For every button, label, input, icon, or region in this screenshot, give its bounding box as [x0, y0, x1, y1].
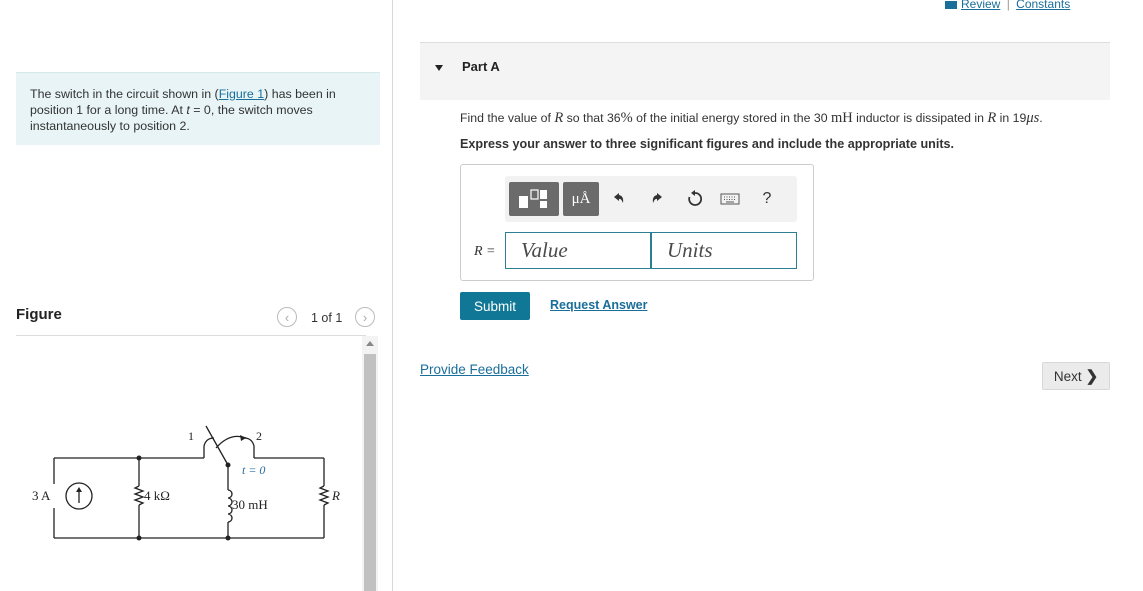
keyboard-button[interactable] [719, 188, 741, 210]
figure-heading: Figure [16, 306, 62, 323]
answer-var: R = [474, 244, 496, 259]
figure-divider [16, 335, 366, 336]
constants-link[interactable]: Constants [1016, 0, 1070, 11]
undo-button[interactable] [607, 188, 629, 210]
part-header[interactable] [420, 43, 1110, 100]
question-seg: . [1039, 111, 1043, 125]
help-button[interactable]: ? [756, 188, 778, 210]
chevron-right-icon: ❯ [1085, 368, 1099, 385]
problem-text-line3: instantaneously to position 2. [30, 119, 190, 133]
chevron-right-icon: › [362, 309, 368, 325]
resistor-4k-label: 4 kΩ [144, 488, 170, 503]
reset-icon [688, 190, 703, 206]
switch-time-label: t = 0 [242, 463, 265, 477]
submit-button[interactable]: Submit [460, 292, 530, 320]
figure-link[interactable]: Figure 1 [219, 87, 264, 101]
provide-feedback-link[interactable]: Provide Feedback [420, 362, 529, 377]
help-icon: ? [762, 190, 772, 207]
reset-button[interactable] [684, 188, 706, 210]
question-var-r: R [554, 110, 564, 126]
problem-text-line2-post: = 0, the switch moves [189, 103, 313, 117]
part-title: Part A [462, 59, 500, 74]
scroll-thumb[interactable] [364, 354, 376, 591]
chevron-left-icon: ‹ [284, 309, 290, 325]
question-percent: % [620, 110, 633, 126]
question-unit-mh: mH [830, 110, 853, 126]
question-seg: of the initial energy stored in the 30 [632, 111, 831, 125]
answer-variable-label: R = [474, 243, 496, 260]
units-icon: μÅ [571, 190, 591, 207]
next-button[interactable]: Next ❯ [1042, 362, 1110, 390]
keyboard-icon [720, 193, 740, 205]
review-link[interactable]: Review [961, 0, 1000, 11]
question-text: Find the value of R so that 36% of the i… [460, 110, 1043, 127]
switch-position-2: 2 [256, 429, 262, 443]
source-label: 3 A [32, 488, 51, 503]
scroll-up-icon[interactable] [366, 341, 374, 346]
answer-instruction: Express your answer to three significant… [460, 137, 955, 151]
figure-next-button[interactable]: › [355, 307, 375, 327]
collapse-caret-icon[interactable] [435, 65, 443, 71]
circuit-diagram: 3 A 4 kΩ 30 mH R 1 2 t = 0 [32, 425, 340, 541]
redo-icon [652, 193, 662, 203]
redo-button[interactable] [647, 188, 669, 210]
resistor-r-label: R [331, 488, 340, 503]
figure-counter: 1 of 1 [311, 311, 343, 325]
review-icon [945, 0, 957, 9]
question-seg: in 19 [996, 111, 1027, 125]
header-links: Review | Constants [945, 0, 1070, 11]
switch-position-1: 1 [188, 429, 194, 443]
templates-button[interactable] [509, 182, 559, 216]
next-label: Next [1053, 368, 1082, 384]
templates-icon [519, 189, 547, 208]
undo-icon [614, 193, 624, 203]
question-seg: Find the value of [460, 111, 555, 125]
problem-text-line1-pre: The switch in the circuit shown in ( [30, 87, 219, 101]
problem-text-line2-pre: position 1 for a long time. At [30, 103, 187, 117]
header-separator: | [1006, 0, 1010, 11]
question-seg: so that 36 [563, 111, 621, 125]
units-button[interactable]: μÅ [563, 182, 599, 216]
problem-text-line1-post: ) has been in [264, 87, 336, 101]
question-var-r: R [987, 110, 997, 126]
question-seg: inductor is dissipated in [852, 111, 988, 125]
figure-prev-button[interactable]: ‹ [277, 307, 297, 327]
value-input[interactable] [505, 232, 651, 269]
request-answer-link[interactable]: Request Answer [550, 298, 647, 312]
units-input[interactable] [651, 232, 797, 269]
column-divider [392, 0, 393, 591]
problem-statement: The switch in the circuit shown in (Figu… [16, 72, 380, 145]
question-unit-us: μs [1026, 110, 1040, 126]
inductor-label: 30 mH [232, 497, 268, 512]
